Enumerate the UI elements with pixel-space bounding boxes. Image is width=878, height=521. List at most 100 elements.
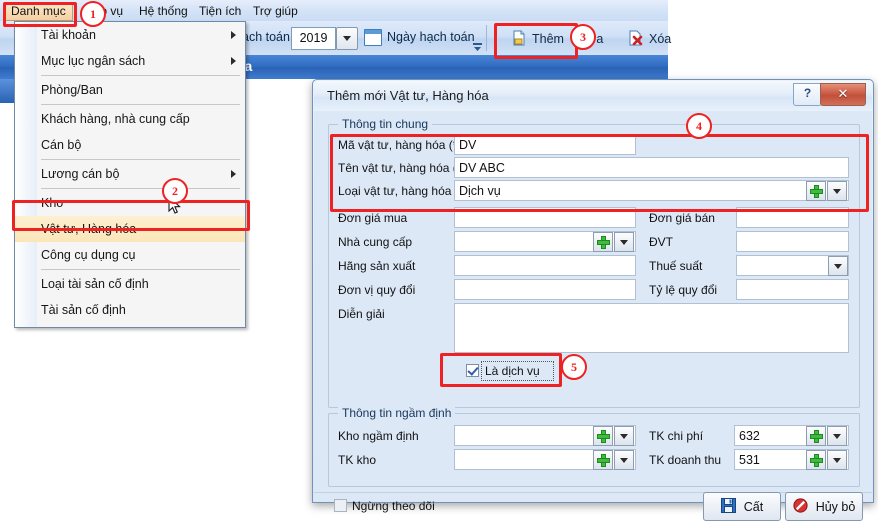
thue-suat-label: Thuế suất — [649, 259, 703, 273]
group-thong-tin-ngam-dinh-legend: Thông tin ngầm định — [338, 406, 456, 420]
tk-chi-phi-dropdown-button[interactable] — [827, 426, 847, 446]
la-dich-vu-label[interactable]: Là dịch vụ — [485, 364, 540, 378]
close-button[interactable]: ✕ — [820, 83, 866, 106]
menu-item-loai-tai-san-co-dinh[interactable]: Loại tài sản cố định — [15, 271, 245, 297]
ngung-theo-doi-label[interactable]: Ngừng theo dõi — [352, 499, 435, 513]
tk-kho-dropdown-button[interactable] — [614, 450, 634, 470]
thue-suat-dropdown-button[interactable] — [828, 256, 848, 276]
dialog-title: Thêm mới Vật tư, Hàng hóa — [327, 88, 489, 103]
menu-separator — [41, 75, 240, 76]
menu-bottom-pad — [15, 323, 245, 327]
save-icon — [720, 497, 736, 516]
toolbar-separator — [486, 25, 487, 51]
menu-item-label: Phòng/Ban — [41, 83, 103, 97]
menu-item-phong-ban[interactable]: Phòng/Ban — [15, 77, 245, 103]
chevron-down-icon — [620, 239, 628, 245]
save-button-label: Cất — [743, 499, 764, 514]
loai-vat-tu-label: Loại vật tư, hàng hóa (*) — [338, 184, 468, 198]
nha-cung-cap-add-button[interactable] — [593, 232, 613, 252]
ten-vat-tu-input[interactable]: DV ABC — [454, 157, 849, 178]
menu-danh-muc[interactable]: Danh mục — [4, 2, 73, 21]
tk-chi-phi-label: TK chi phí — [649, 429, 704, 443]
plus-icon — [809, 429, 823, 443]
menu-tien-ich[interactable]: Tiện ích — [193, 3, 247, 19]
delete-button[interactable]: Xóa — [620, 25, 679, 53]
cancel-button-label: Hủy bỏ — [815, 499, 856, 514]
toolbar-overflow-grip[interactable] — [473, 41, 482, 51]
fiscal-year-input[interactable]: 2019 — [291, 27, 336, 50]
tk-chi-phi-add-button[interactable] — [806, 426, 826, 446]
delete-button-label: Xóa — [649, 32, 672, 46]
don-gia-ban-input[interactable] — [736, 207, 849, 228]
dien-giai-textarea[interactable] — [454, 303, 849, 353]
don-gia-mua-input[interactable] — [454, 207, 636, 228]
menu-item-cong-cu-dung-cu[interactable]: Công cụ dụng cụ — [15, 242, 245, 268]
chevron-down-icon — [833, 188, 841, 194]
ngay-hach-toan-button[interactable]: Ngày hạch toán — [387, 30, 475, 44]
danh-muc-dropdown-menu: Tài khoản Mục lục ngân sách Phòng/Ban Kh… — [14, 21, 246, 328]
annotation-step-5: 5 — [561, 354, 587, 380]
tk-kho-label: TK kho — [338, 453, 377, 467]
menu-item-label: Khách hàng, nhà cung cấp — [41, 112, 190, 126]
menu-item-vat-tu-hang-hoa[interactable]: Vật tư, Hàng hóa — [15, 216, 245, 242]
la-dich-vu-checkbox[interactable] — [466, 364, 479, 377]
fiscal-year-dropdown-icon[interactable] — [336, 27, 358, 50]
menu-item-label: Tài sản cố định — [41, 303, 126, 317]
menu-separator — [41, 104, 240, 105]
dvt-label: ĐVT — [649, 235, 673, 249]
menu-item-can-bo[interactable]: Cán bộ — [15, 132, 245, 158]
plus-icon — [596, 235, 610, 249]
kho-ngam-dinh-label: Kho ngầm định — [338, 429, 419, 443]
menu-item-label: Lương cán bộ — [41, 167, 120, 181]
don-gia-mua-label: Đơn giá mua — [338, 211, 408, 225]
tk-doanh-thu-dropdown-button[interactable] — [827, 450, 847, 470]
menu-item-label: Vật tư, Hàng hóa — [41, 222, 137, 236]
menu-item-label: Loại tài sản cố định — [41, 277, 149, 291]
ma-vat-tu-input[interactable]: DV — [454, 134, 636, 155]
fiscal-year-label: ạch toán — [242, 30, 290, 44]
menu-item-luong-can-bo[interactable]: Lương cán bộ — [15, 161, 245, 187]
cancel-button[interactable]: Hủy bỏ — [785, 492, 863, 521]
menu-item-label: Tài khoản — [41, 28, 96, 42]
hang-san-xuat-label: Hãng sản xuất — [338, 259, 416, 273]
ma-vat-tu-label: Mã vật tư, hàng hóa (*) — [338, 138, 462, 152]
annotation-step-4: 4 — [686, 113, 712, 139]
menu-separator — [41, 269, 240, 270]
tk-kho-add-button[interactable] — [593, 450, 613, 470]
menu-item-kho[interactable]: Kho — [15, 190, 245, 216]
plus-icon — [809, 184, 823, 198]
add-icon — [511, 30, 527, 49]
menu-item-tai-khoan[interactable]: Tài khoản — [15, 22, 245, 48]
save-button[interactable]: Cất — [703, 492, 781, 521]
chevron-down-icon — [620, 457, 628, 463]
them-moi-vat-tu-dialog: Thêm mới Vật tư, Hàng hóa ? ✕ Thông tin … — [312, 79, 874, 521]
hang-san-xuat-input[interactable] — [454, 255, 636, 276]
menu-separator — [41, 188, 240, 189]
add-button[interactable]: Thêm — [503, 25, 572, 53]
cancel-icon — [793, 497, 808, 516]
help-button[interactable]: ? — [793, 83, 822, 106]
kho-ngam-dinh-dropdown-button[interactable] — [614, 426, 634, 446]
loai-vat-tu-add-button[interactable] — [806, 181, 826, 201]
ty-le-quy-doi-label: Tỷ lệ quy đổi — [649, 283, 718, 297]
menu-item-tai-san-co-dinh[interactable]: Tài sản cố định — [15, 297, 245, 323]
dialog-title-bar[interactable]: Thêm mới Vật tư, Hàng hóa ? ✕ — [314, 81, 872, 111]
menu-item-label: Mục lục ngân sách — [41, 54, 146, 68]
plus-icon — [596, 429, 610, 443]
tk-doanh-thu-label: TK doanh thu — [649, 453, 722, 467]
menu-he-thong[interactable]: Hệ thống — [133, 3, 194, 19]
menu-item-khach-hang-nha-cung-cap[interactable]: Khách hàng, nhà cung cấp — [15, 106, 245, 132]
nha-cung-cap-dropdown-button[interactable] — [614, 232, 634, 252]
tk-doanh-thu-add-button[interactable] — [806, 450, 826, 470]
kho-ngam-dinh-add-button[interactable] — [593, 426, 613, 446]
loai-vat-tu-dropdown-button[interactable] — [827, 181, 847, 201]
don-vi-quy-doi-input[interactable] — [454, 279, 636, 300]
ty-le-quy-doi-input[interactable] — [736, 279, 849, 300]
loai-vat-tu-combo[interactable]: Dịch vụ — [454, 180, 849, 201]
menu-tro-giup[interactable]: Trợ giúp — [247, 3, 304, 19]
chevron-down-icon — [620, 433, 628, 439]
chevron-down-icon — [833, 457, 841, 463]
menu-item-muc-luc-ngan-sach[interactable]: Mục lục ngân sách — [15, 48, 245, 74]
menu-item-label: Cán bộ — [41, 138, 82, 152]
dvt-input[interactable] — [736, 231, 849, 252]
